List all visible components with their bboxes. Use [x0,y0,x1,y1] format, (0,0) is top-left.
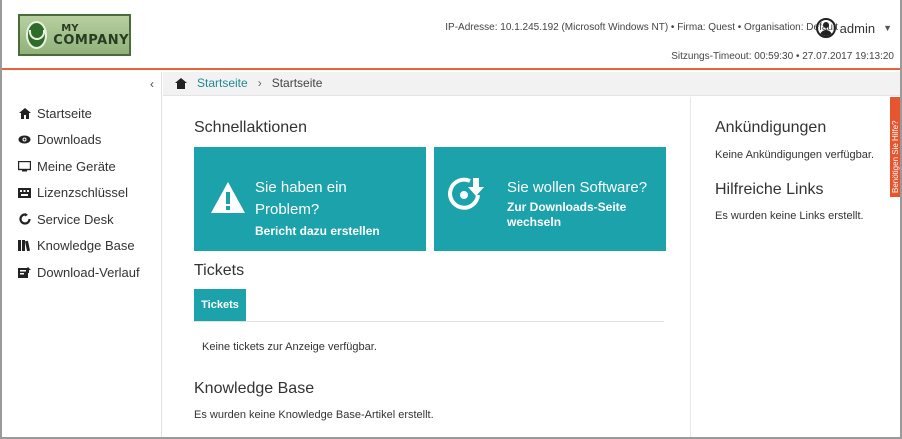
session-info: IP-Adresse: 10.1.245.192 (Microsoft Wind… [445,22,838,33]
collapse-sidebar-icon[interactable]: ‹ [150,77,154,91]
header: MY COMPANY IP-Adresse: 10.1.245.192 (Mic… [2,0,900,70]
keyboard-icon [18,187,31,199]
knowledge-base-empty-message: Es wurden keine Knowledge Base-Artikel e… [194,409,434,421]
main-content: Schnellaktionen Sie haben ein Problem? B… [163,97,690,437]
breadcrumb-link-startseite[interactable]: Startseite [197,76,248,90]
tile-subtitle: Zur Downloads-Seite wechseln [507,200,627,229]
announcements-empty-message: Keine Ankündigungen verfügbar. [715,149,875,161]
company-logo[interactable]: MY COMPANY [18,14,131,56]
sidebar-item-downloads[interactable]: Downloads [18,127,140,154]
sidebar-nav: Startseite Downloads Meine Geräte Lizenz… [18,100,140,286]
chevron-down-icon[interactable]: ▼ [883,23,892,33]
right-panel: Ankündigungen Keine Ankündigungen verfüg… [690,97,890,437]
helpful-links-title: Hilfreiche Links [715,181,824,198]
sidebar-item-service-desk[interactable]: Service Desk [18,206,140,233]
help-feedback-label: Benötigen Sie Hilfe? [891,120,900,194]
sidebar: ‹ Startseite Downloads Meine Geräte Lize… [2,72,162,437]
software-downloads-tile[interactable]: Sie wollen Software? Zur Downloads-Seite… [434,147,666,251]
help-feedback-tab[interactable]: Benötigen Sie Hilfe? [890,97,900,197]
sidebar-item-label: Download-Verlauf [37,264,140,280]
session-timeout: Sitzungs-Timeout: 00:59:30 • 27.07.2017 … [671,51,894,62]
tickets-empty-message: Keine tickets zur Anzeige verfügbar. [202,341,377,353]
tile-subtitle: Bericht dazu erstellen [255,224,380,238]
home-icon [18,107,31,119]
history-icon [18,266,31,278]
breadcrumb: Startseite › Startseite [175,76,322,90]
tab-divider [194,321,664,322]
download-icon [448,177,484,210]
warning-icon [211,182,245,213]
sidebar-item-knowledge-base[interactable]: Knowledge Base [18,233,140,260]
refresh-icon [18,213,31,225]
sidebar-item-label: Service Desk [37,211,114,227]
tickets-title: Tickets [194,262,245,279]
breadcrumb-current: Startseite [271,76,323,90]
quick-actions-title: Schnellaktionen [194,119,307,136]
sidebar-item-meine-geraete[interactable]: Meine Geräte [18,153,140,180]
helpful-links-empty-message: Es wurden keine Links erstellt. [715,210,864,222]
logo-icon [26,21,48,49]
home-icon[interactable] [175,77,187,89]
sidebar-item-label: Knowledge Base [37,238,135,254]
tile-title: Sie haben ein Problem? [255,179,347,218]
sidebar-item-download-verlauf[interactable]: Download-Verlauf [18,259,140,286]
breadcrumb-separator: › [257,76,262,90]
monitor-icon [18,160,31,172]
report-problem-tile[interactable]: Sie haben ein Problem? Bericht dazu erst… [194,147,426,251]
logo-text-line2: COMPANY [53,33,129,48]
knowledge-base-title: Knowledge Base [194,380,315,397]
breadcrumb-bar: Startseite › Startseite [163,72,900,96]
announcements-title: Ankündigungen [715,119,827,136]
sidebar-item-lizenzschluessel[interactable]: Lizenzschlüssel [18,180,140,207]
sidebar-item-label: Lizenzschlüssel [37,185,129,201]
sidebar-item-label: Downloads [37,132,102,148]
tile-title: Sie wollen Software? [507,179,648,196]
sidebar-item-startseite[interactable]: Startseite [18,100,140,127]
sidebar-item-label: Startseite [37,105,92,121]
sidebar-item-label: Meine Geräte [37,158,116,174]
tab-tickets[interactable]: Tickets [194,289,246,321]
user-name: admin [839,20,876,36]
books-icon [18,240,31,252]
user-avatar-icon [815,18,836,38]
eye-icon [18,134,31,146]
user-menu[interactable]: admin ▼ [815,18,892,38]
